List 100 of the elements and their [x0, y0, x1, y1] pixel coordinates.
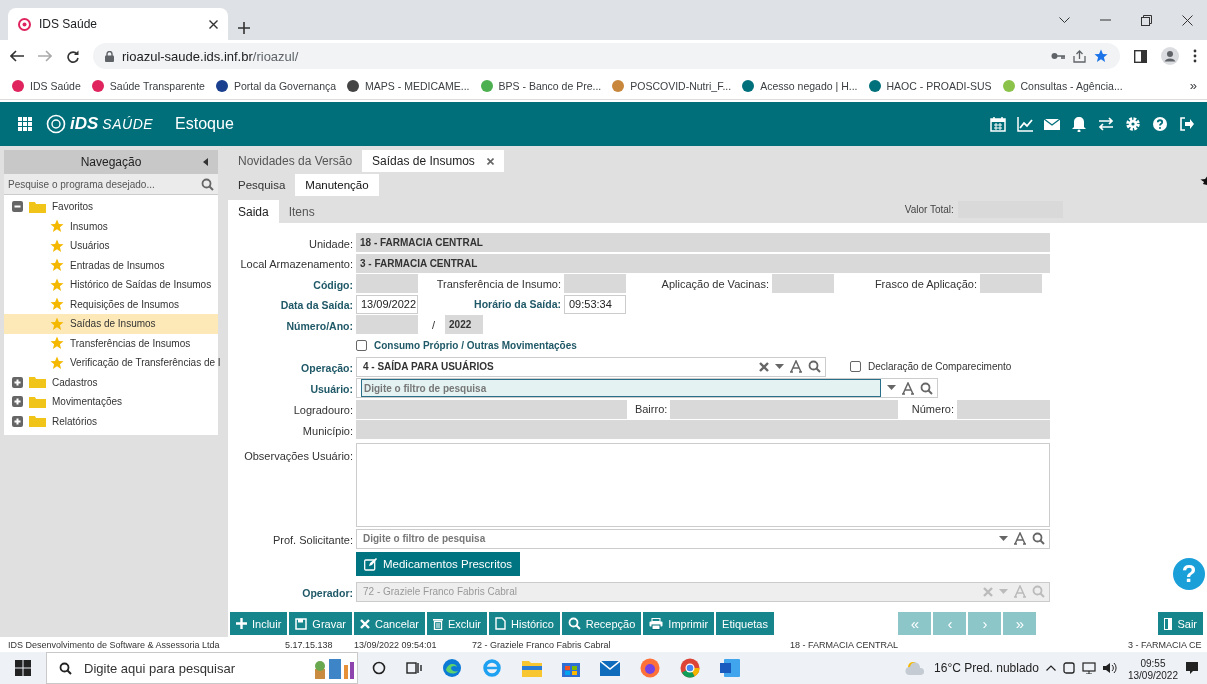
bookmark-link[interactable]: MAPS - MEDICAME...: [365, 79, 470, 92]
bookmark-link[interactable]: IDS Saúde: [30, 79, 81, 92]
bookmark-link[interactable]: BPS - Banco de Pre...: [498, 79, 602, 92]
meet-now-icon[interactable]: [1062, 662, 1075, 674]
text-field[interactable]: 3 - FARMACIA CENTRAL: [356, 253, 1050, 273]
text-field[interactable]: [957, 399, 1050, 419]
clock-time[interactable]: 09:55: [1140, 658, 1166, 670]
collapse-icon[interactable]: [203, 158, 208, 166]
text-field[interactable]: [356, 315, 418, 335]
mail-icon[interactable]: [1044, 116, 1060, 132]
firefox-icon[interactable]: [640, 658, 660, 678]
toolbar-button[interactable]: Cancelar: [353, 612, 425, 635]
bookmark-link[interactable]: Acesso negado | H...: [760, 79, 858, 92]
toolbar-button[interactable]: Histórico: [489, 612, 560, 635]
toolbar-button[interactable]: Imprimir: [643, 612, 715, 635]
toolbar-button[interactable]: Excluir: [427, 612, 487, 635]
bookmark-link[interactable]: HAOC - PROADI-SUS: [886, 79, 992, 92]
bookmark-link[interactable]: POSCOVID-Nutri_F...: [630, 79, 732, 92]
checkbox[interactable]: [356, 339, 367, 351]
prescriptions-button[interactable]: Medicamentos Prescritos: [356, 552, 521, 577]
caret-icon[interactable]: [999, 535, 1008, 542]
toolbar-button[interactable]: Gravar: [289, 612, 352, 635]
help-icon[interactable]: [1152, 116, 1168, 132]
star-icon[interactable]: [1094, 49, 1108, 63]
caret-icon[interactable]: [775, 363, 784, 370]
close-icon[interactable]: [486, 157, 494, 165]
expander-icon[interactable]: [12, 376, 23, 388]
caret-icon[interactable]: [887, 385, 896, 392]
share-icon[interactable]: [1073, 49, 1086, 63]
toolbar-button[interactable]: Incluir: [230, 612, 288, 635]
font-icon[interactable]: [1014, 532, 1026, 546]
tree-folder[interactable]: Movimentações: [4, 392, 218, 412]
mode-tab[interactable]: Manutenção: [295, 174, 379, 196]
restore-icon[interactable]: [1141, 14, 1152, 26]
tree-folder[interactable]: Cadastros: [4, 372, 218, 392]
address-bar[interactable]: rioazul-saude.ids.inf.br/rioazul/: [93, 43, 1120, 69]
cortana-icon[interactable]: [372, 661, 386, 675]
transfer-icon[interactable]: [1098, 116, 1114, 132]
text-field[interactable]: [772, 274, 834, 294]
close-icon[interactable]: [1182, 14, 1193, 26]
text-field[interactable]: [356, 420, 1050, 440]
clear-icon[interactable]: [759, 361, 769, 372]
lookup-field[interactable]: 4 - SAÍDA PARA USUÁRIOS: [356, 356, 826, 377]
font-icon[interactable]: [790, 360, 802, 374]
search-icon[interactable]: [808, 360, 821, 374]
text-field[interactable]: [564, 274, 626, 294]
star-icon[interactable]: [1200, 176, 1207, 185]
expander-icon[interactable]: [12, 396, 23, 408]
lookup-field[interactable]: Digite o filtro de pesquisa: [356, 528, 1050, 549]
tree-item[interactable]: Transferências de Insumos: [4, 333, 218, 353]
tree-item[interactable]: Verificação de Transferências de I: [4, 353, 218, 373]
browser-tab[interactable]: IDS Saúde: [8, 8, 228, 40]
calendar-icon[interactable]: [990, 116, 1006, 132]
menu-icon[interactable]: [1193, 49, 1197, 63]
form-tab[interactable]: Itens: [278, 200, 325, 223]
clock-date[interactable]: 13/09/2022: [1127, 670, 1178, 682]
tree-item[interactable]: Insumos: [4, 216, 218, 236]
weather-text[interactable]: 16°C Pred. nublado: [934, 661, 1039, 675]
task-view-icon[interactable]: [406, 661, 422, 675]
expander-icon[interactable]: [12, 201, 23, 213]
logout-icon[interactable]: [1179, 116, 1195, 132]
profile-icon[interactable]: [1161, 47, 1179, 65]
text-field[interactable]: [356, 274, 418, 294]
folder-icon[interactable]: [522, 659, 542, 677]
checkbox[interactable]: [850, 361, 861, 373]
notifications-icon[interactable]: [1185, 661, 1199, 675]
settings-icon[interactable]: [1125, 116, 1141, 132]
bookmark-link[interactable]: Portal da Governança: [233, 79, 337, 92]
side-panel-icon[interactable]: [1134, 49, 1147, 63]
form-tab[interactable]: Saida: [228, 200, 279, 223]
page-tab[interactable]: Novidades da Versão: [228, 150, 363, 172]
mode-tab[interactable]: Pesquisa: [228, 174, 296, 196]
volume-icon[interactable]: [1102, 662, 1117, 674]
toolbar-button[interactable]: Etiquetas: [716, 612, 774, 635]
chevron-up-icon[interactable]: [1045, 665, 1056, 671]
back-icon[interactable]: [10, 50, 24, 62]
search-icon[interactable]: [201, 177, 214, 191]
toolbar-button[interactable]: Recepção: [561, 612, 642, 635]
search-icon[interactable]: [1032, 532, 1045, 546]
chevron-down-icon[interactable]: [1059, 16, 1070, 24]
tree-folder[interactable]: Favoritos: [4, 197, 218, 217]
tree-item[interactable]: Entradas de Insumos: [4, 255, 218, 275]
font-icon[interactable]: [902, 381, 914, 395]
search-icon[interactable]: [920, 381, 933, 395]
edge-icon[interactable]: [442, 658, 462, 678]
word-icon[interactable]: [720, 659, 740, 677]
text-field[interactable]: 18 - FARMACIA CENTRAL: [356, 233, 1050, 252]
tree-item[interactable]: Requisições de Insumos: [4, 294, 218, 314]
key-icon[interactable]: [1051, 52, 1065, 60]
close-icon[interactable]: [209, 19, 218, 29]
apps-grid-icon[interactable]: [18, 117, 32, 131]
tree-item[interactable]: Saídas de Insumos: [4, 314, 218, 334]
chrome-icon[interactable]: [680, 658, 700, 678]
tree-item[interactable]: Usuários: [4, 236, 218, 256]
bookmark-link[interactable]: Saúde Transparente: [109, 79, 205, 92]
text-field[interactable]: [980, 274, 1042, 294]
new-tab-icon[interactable]: [238, 22, 250, 34]
bookmark-link[interactable]: Consultas - Agência...: [1020, 79, 1123, 92]
page-tab[interactable]: Saídas de Insumos: [362, 150, 504, 172]
windows-start-icon[interactable]: [15, 660, 31, 676]
